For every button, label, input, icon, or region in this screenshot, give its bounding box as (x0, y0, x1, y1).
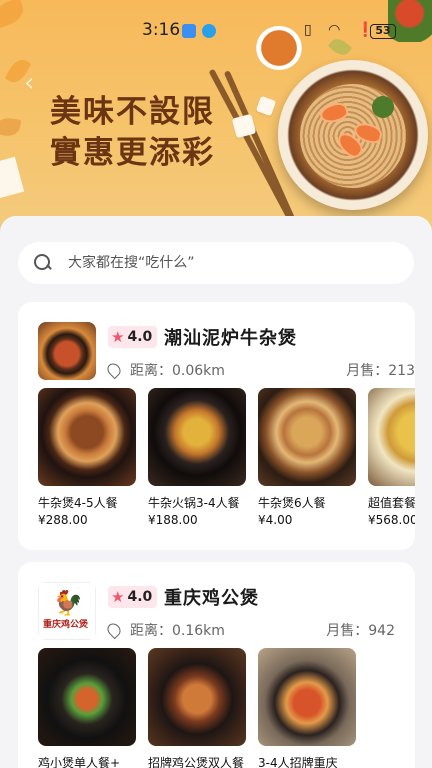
main-content: ★ 4.0 潮汕泥炉牛杂煲 距离：0.06km 月售：213 牛杂煲4-5人餐 … (0, 216, 432, 768)
dish-item[interactable]: 招牌鸡公煲双人餐 (148, 648, 246, 768)
star-icon: ★ (111, 328, 125, 346)
system-status-icons: ▯ ◠ ❗ (304, 22, 381, 38)
decorative-leaf (0, 116, 22, 138)
shop-name[interactable]: 重庆鸡公煲 (164, 584, 259, 610)
rating-value: 4.0 (127, 329, 153, 345)
slogan-line-1: 美味不設限 (50, 94, 215, 130)
decorative-napkin (0, 156, 25, 200)
dish-image[interactable] (368, 388, 415, 486)
banner-slogan: 美味不設限 實惠更添彩 (50, 92, 215, 174)
shop-logo[interactable]: 🐓 重庆鸡公煲 (38, 582, 96, 640)
dish-image[interactable] (148, 648, 246, 746)
dish-item[interactable]: 牛杂煲4-5人餐 ¥288.00 (38, 388, 136, 538)
dish-price: ¥188.00 (148, 513, 198, 527)
notification-app-icon (182, 24, 196, 38)
dish-name: 超值套餐 (368, 496, 415, 510)
dish-name: 牛杂火锅3-4人餐 (148, 496, 240, 510)
dish-item[interactable]: 鸡小煲单人餐+ (38, 648, 136, 768)
monthly-sales: 月售：942 (326, 623, 395, 639)
notification-app-icon (202, 24, 216, 38)
star-icon: ★ (111, 588, 125, 606)
dish-carousel[interactable]: 鸡小煲单人餐+ 招牌鸡公煲双人餐 3-4人招牌重庆 (38, 648, 415, 768)
status-bar: 3:16 ▯ ◠ ❗ 53 (0, 14, 432, 48)
location-pin-icon (104, 620, 124, 640)
search-bar[interactable] (18, 242, 414, 284)
shop-name[interactable]: 潮汕泥炉牛杂煲 (164, 324, 297, 350)
shop-thumbnail[interactable] (38, 322, 96, 380)
search-input[interactable] (68, 255, 368, 271)
dish-item[interactable]: 3-4人招牌重庆 (258, 648, 356, 768)
dish-name: 招牌鸡公煲双人餐 (148, 756, 245, 768)
distance-text: 距离：0.06km (130, 363, 225, 379)
monthly-sales: 月售：213 (346, 363, 415, 379)
dish-image[interactable] (258, 388, 356, 486)
shop-distance: 距离：0.06km (104, 360, 225, 380)
search-icon (34, 254, 52, 272)
rating-badge: ★ 4.0 (108, 586, 158, 608)
status-time: 3:16 (142, 20, 181, 40)
rating-value: 4.0 (127, 589, 153, 605)
shop-card[interactable]: ★ 4.0 潮汕泥炉牛杂煲 距离：0.06km 月售：213 牛杂煲4-5人餐 … (18, 302, 415, 550)
rating-badge: ★ 4.0 (108, 326, 158, 348)
dish-image[interactable] (148, 388, 246, 486)
dish-price: ¥288.00 (38, 513, 88, 527)
dish-item[interactable]: 牛杂火锅3-4人餐 ¥188.00 (148, 388, 246, 538)
dish-price: ¥568.00 (368, 513, 415, 527)
slogan-line-2: 實惠更添彩 (50, 135, 215, 171)
decorative-cube (255, 95, 277, 117)
dish-name: 牛杂煲4-5人餐 (38, 496, 118, 510)
dish-image[interactable] (38, 388, 136, 486)
dish-image[interactable] (38, 648, 136, 746)
dish-name: 3-4人招牌重庆 (258, 756, 338, 768)
dish-item[interactable]: 超值套餐 ¥568.00 (368, 388, 415, 538)
dish-name: 牛杂煲6人餐 (258, 496, 326, 510)
dish-item[interactable]: 牛杂煲6人餐 ¥4.00 (258, 388, 356, 538)
battery-icon: 53 (370, 24, 396, 39)
greens-image (372, 96, 394, 118)
rooster-icon: 🐓 (53, 589, 83, 617)
dish-carousel[interactable]: 牛杂煲4-5人餐 ¥288.00 牛杂火锅3-4人餐 ¥188.00 牛杂煲6人… (38, 388, 415, 538)
dish-image[interactable] (258, 648, 356, 746)
dish-price: ¥4.00 (258, 513, 293, 527)
promo-banner[interactable]: 3:16 ▯ ◠ ❗ 53 ‹ 美味不設限 實惠更添彩 (0, 0, 432, 240)
logo-text: 重庆鸡公煲 (43, 620, 89, 630)
location-pin-icon (104, 360, 124, 380)
shop-card[interactable]: 🐓 重庆鸡公煲 ★ 4.0 重庆鸡公煲 距离：0.16km 月售：942 鸡小煲… (18, 562, 415, 768)
back-arrow-icon[interactable]: ‹ (24, 68, 34, 98)
dish-name: 鸡小煲单人餐+ (38, 756, 121, 768)
distance-text: 距离：0.16km (130, 623, 225, 639)
shop-distance: 距离：0.16km (104, 620, 225, 640)
